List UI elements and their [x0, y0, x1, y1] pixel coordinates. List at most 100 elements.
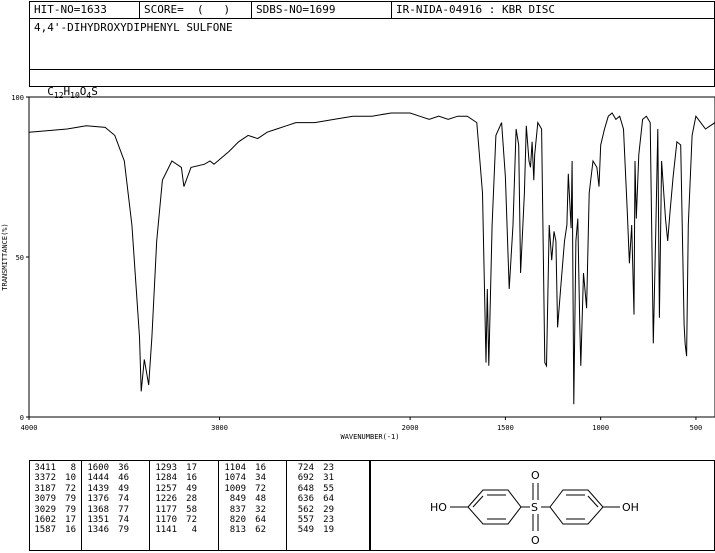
peak-row: 837 32: [222, 505, 266, 515]
peak-row: 1104 16: [222, 463, 266, 473]
peak-wavenumber: 1351: [87, 515, 109, 526]
peak-row: 3079 79: [32, 494, 76, 504]
peak-row: 562 29: [290, 505, 334, 515]
peak-transmittance: 58: [186, 504, 197, 515]
peak-transmittance: 32: [255, 504, 266, 515]
peak-wavenumber: 549: [297, 525, 314, 536]
peak-transmittance: 17: [186, 463, 197, 473]
oxygen-bottom-label: O: [531, 534, 540, 547]
plot-frame: [28, 96, 715, 418]
peak-transmittance: 74: [118, 494, 129, 505]
peak-row: 1074 34: [222, 473, 266, 483]
peak-transmittance: 49: [186, 483, 197, 494]
peak-row: 3372 10: [32, 473, 76, 483]
x-tick-label: 1500: [497, 424, 514, 432]
molecular-structure: HO S O O OH: [430, 469, 639, 547]
peak-wavenumber: 3029: [34, 504, 56, 515]
peak-transmittance: 17: [65, 515, 76, 526]
peak-wavenumber: 648: [297, 483, 314, 494]
peak-transmittance: 23: [323, 463, 334, 473]
peak-column: 3411 8 3372 10 3187 72 3079 79 3029 79 1602 17 1587 1…: [32, 463, 76, 536]
peak-column: 1104 16 1074 34 1009 72 849 48 837 32 820 64 813 62: [222, 463, 266, 536]
oxygen-top-label: O: [531, 469, 540, 482]
peak-row: 849 48: [222, 494, 266, 504]
peak-row: 1376 74: [85, 494, 129, 504]
peak-row: 820 64: [222, 515, 266, 525]
peak-transmittance: 48: [255, 494, 266, 505]
x-tick-label: 3000: [211, 424, 228, 432]
peak-row: 692 31: [290, 473, 334, 483]
peak-row: 1587 16: [32, 525, 76, 535]
peak-row: 549 19: [290, 525, 334, 535]
peak-transmittance: 64: [255, 515, 266, 526]
peak-row: 3029 79: [32, 505, 76, 515]
peak-transmittance: 79: [118, 525, 129, 536]
peak-transmittance: 28: [186, 494, 197, 505]
peak-wavenumber: 1346: [87, 525, 109, 536]
peak-wavenumber: 837: [229, 504, 246, 515]
peak-wavenumber: 1104: [224, 463, 246, 473]
peak-transmittance: 74: [118, 515, 129, 526]
peak-row: 648 55: [290, 484, 334, 494]
peak-transmittance: 64: [323, 494, 334, 505]
peak-transmittance: 79: [65, 504, 76, 515]
peak-row: 557 23: [290, 515, 334, 525]
peak-wavenumber: 1257: [155, 483, 177, 494]
peak-row: 1351 74: [85, 515, 129, 525]
x-tick-label: 500: [690, 424, 703, 432]
peak-transmittance: 62: [255, 525, 266, 536]
peak-row: 3411 8: [32, 463, 76, 473]
peak-wavenumber: 1293: [155, 463, 177, 473]
peak-wavenumber: 1376: [87, 494, 109, 505]
peak-transmittance: 72: [255, 483, 266, 494]
peak-row: 1444 46: [85, 473, 129, 483]
peak-transmittance: 29: [323, 504, 334, 515]
peak-row: 1602 17: [32, 515, 76, 525]
peak-transmittance: 72: [186, 515, 197, 526]
peak-transmittance: 16: [255, 463, 266, 473]
peak-wavenumber: 1587: [34, 525, 56, 536]
x-tick-label: 2000: [402, 424, 419, 432]
peak-transmittance: 16: [65, 525, 76, 536]
peak-wavenumber: 820: [229, 515, 246, 526]
x-axis-label: WAVENUMBER(-1): [340, 433, 399, 441]
peak-row: 1257 49: [153, 484, 197, 494]
peak-wavenumber: 1177: [155, 504, 177, 515]
peak-wavenumber: 1368: [87, 504, 109, 515]
peak-row: 1439 49: [85, 484, 129, 494]
peak-wavenumber: 724: [297, 463, 314, 473]
peak-transmittance: 34: [255, 473, 266, 484]
peak-transmittance: 77: [118, 504, 129, 515]
peak-wavenumber: 3372: [34, 473, 56, 484]
peak-row: 1346 79: [85, 525, 129, 535]
peak-transmittance: 8: [70, 463, 76, 473]
peak-wavenumber: 636: [297, 494, 314, 505]
sulfur-label: S: [531, 501, 538, 514]
peak-wavenumber: 1009: [224, 483, 246, 494]
peak-wavenumber: 1170: [155, 515, 177, 526]
peak-transmittance: 79: [65, 494, 76, 505]
peak-column: 724 23 692 31 648 55 636 64 562 29 557 23 549 19: [290, 463, 334, 536]
peak-wavenumber: 562: [297, 504, 314, 515]
spectrum-line: [28, 112, 715, 405]
x-tick-label: 1000: [592, 424, 609, 432]
peak-transmittance: 16: [186, 473, 197, 484]
peak-wavenumber: 692: [297, 473, 314, 484]
peak-transmittance: 4: [191, 525, 197, 536]
peak-wavenumber: 1600: [87, 463, 109, 473]
peak-row: 1141 4: [153, 525, 197, 535]
y-tick-label: 100: [11, 94, 24, 102]
x-tick-label: 4000: [21, 424, 38, 432]
peak-wavenumber: 1284: [155, 473, 177, 484]
peak-wavenumber: 3187: [34, 483, 56, 494]
peak-wavenumber: 557: [297, 515, 314, 526]
peak-column: 1293 17 1284 16 1257 49 1226 28 1177 58 1170 72 1141…: [153, 463, 197, 536]
peak-wavenumber: 1439: [87, 483, 109, 494]
peak-row: 724 23: [290, 463, 334, 473]
peak-transmittance: 46: [118, 473, 129, 484]
peak-row: 1177 58: [153, 505, 197, 515]
ir-spectrum-chart: 4000 3000 2000 1500 1000 500 0 50 100 WAVENUMBE…: [1, 94, 715, 441]
peak-wavenumber: 1602: [34, 515, 56, 526]
peak-transmittance: 19: [323, 525, 334, 536]
peak-table: 3411 8 3372 10 3187 72 3079 79 3029 79 1602 17 1587 1…: [29, 460, 370, 551]
